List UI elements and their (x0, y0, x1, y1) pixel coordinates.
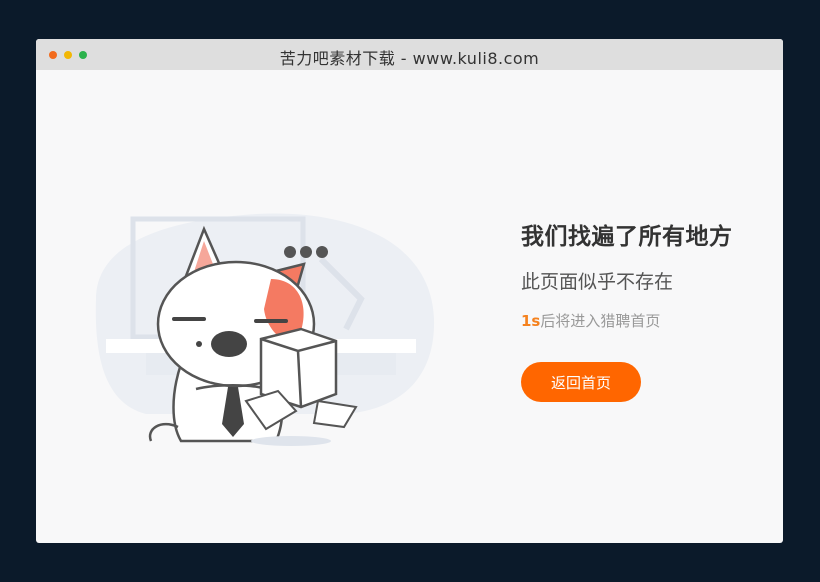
back-home-button[interactable]: 返回首页 (521, 362, 641, 402)
page-title: 我们找遍了所有地方 (521, 224, 733, 250)
countdown-seconds: 1s (521, 312, 541, 330)
browser-window: 苦力吧素材下载 - www.kuli8.com 我们找遍了所有地方 此页面似乎不… (36, 39, 783, 543)
window-title: 苦力吧素材下载 - www.kuli8.com (279, 49, 540, 68)
redirect-text: 后将进入猎聘首页 (540, 312, 661, 330)
page-subtitle: 此页面似乎不存在 (521, 271, 674, 293)
redirect-notice: 1s后将进入猎聘首页 (521, 310, 733, 331)
cat-with-box-illustration (95, 213, 435, 446)
title-bar: 苦力吧素材下载 - www.kuli8.com (36, 39, 783, 70)
error-message-panel: 我们找遍了所有地方 此页面似乎不存在 1s后将进入猎聘首页 返回首页 (521, 217, 733, 402)
